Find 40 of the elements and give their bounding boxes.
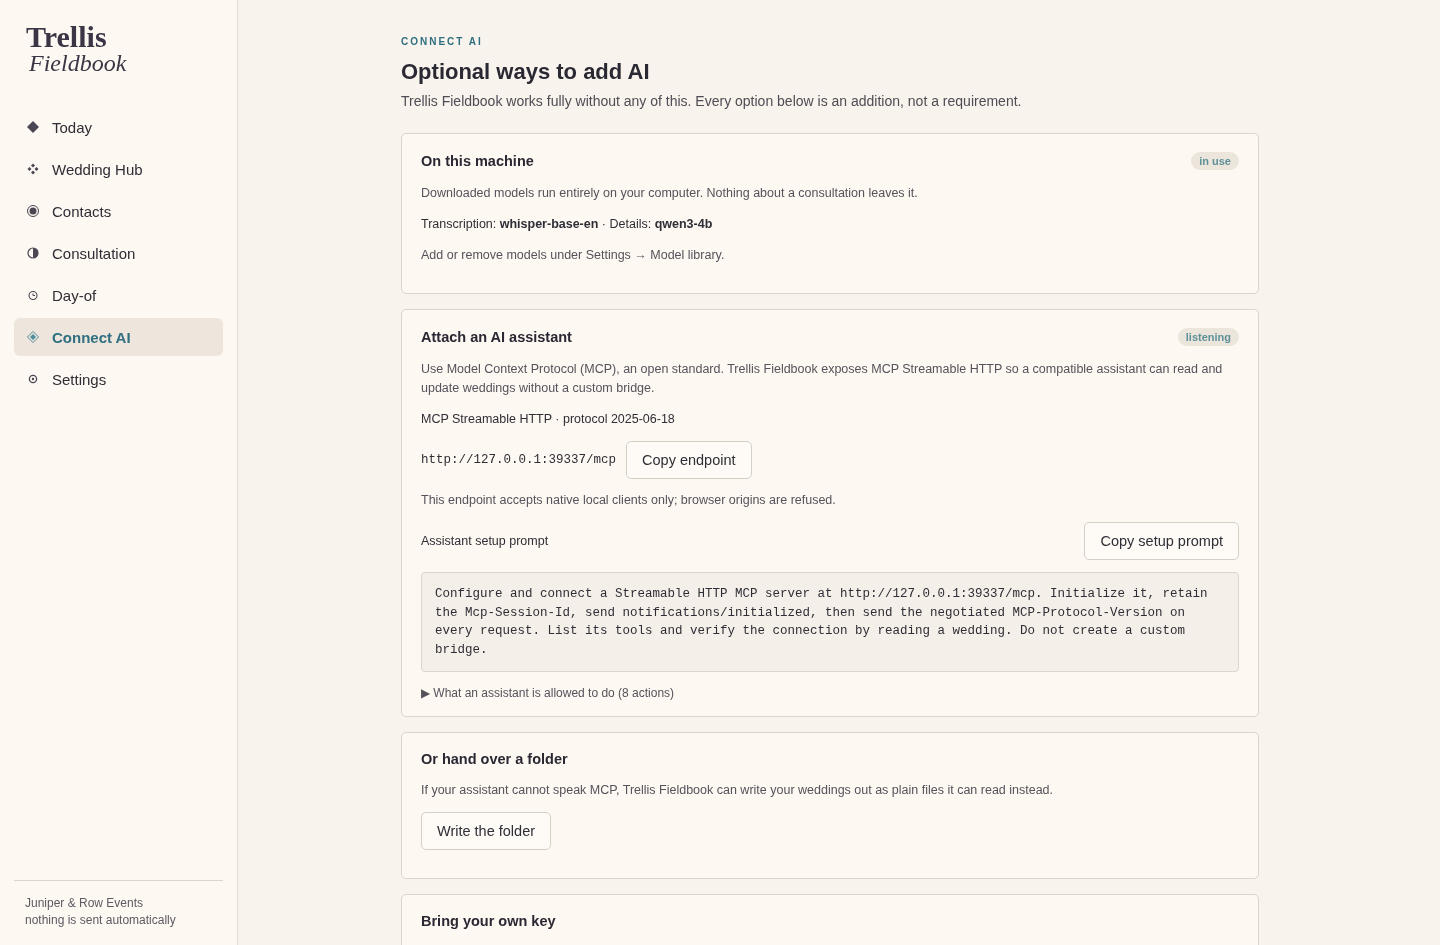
clock-icon	[26, 288, 40, 302]
copy-button[interactable]: Copy setup prompt	[1084, 522, 1239, 560]
card-text: This endpoint accepts native local clients only; browser origins are refused.	[421, 492, 837, 509]
logo-title: Trellis	[26, 22, 108, 52]
logo-subtitle: Fieldbook	[28, 52, 128, 74]
card-text: Downloaded models run entirely on your computer. Nothing about a consultation leaves it.	[421, 185, 919, 202]
diamond-icon	[26, 120, 40, 134]
actions-disclosure[interactable]: ▶ What an assistant is allowed to do (8 actions)	[421, 686, 1239, 700]
nav-item[interactable]: Wedding Hub	[14, 150, 223, 188]
dots-icon	[26, 162, 40, 176]
card-title: Bring your own key	[421, 913, 556, 929]
card-title: Attach an AI assistant	[421, 329, 572, 345]
privacy-note: nothing is sent automatically	[25, 912, 177, 929]
folder-button[interactable]: Write the folder	[421, 812, 552, 850]
status-badge: in use	[1191, 152, 1239, 170]
radio-icon	[26, 204, 40, 218]
card-detail: Transcription: whisper-base-en · Details: qwen3-4b	[421, 216, 714, 233]
nav-item[interactable]: Consultation	[14, 234, 223, 272]
endpoint-url: http://127.0.0.1:39337/mcp	[421, 453, 617, 467]
prompt-box: Configure and connect a Streamable HTTP MCP server at http://127.0.0.1:39337/mcp. Initialize it, retain the Mcp-Session-Id, send notifications/initialized, then send the negotiated MCP-Protocol-Version on every request. List its tools and verify the connection by reading a wedding. Do not create a custom bridge.	[421, 572, 1239, 672]
diamond-icon	[26, 330, 40, 344]
prompt-label: Assistant setup prompt	[421, 534, 549, 548]
nav-item[interactable]: Contacts	[14, 192, 223, 230]
card-detail: MCP Streamable HTTP · protocol 2025-06-18	[421, 411, 676, 428]
page-subtitle: Trellis Fieldbook works fully without any of this. Every option below is an addition, not a requirement.	[401, 93, 1023, 109]
card-title: Or hand over a folder	[421, 751, 568, 767]
status-badge: listening	[1177, 328, 1239, 346]
nav-item[interactable]: Settings	[14, 360, 223, 398]
card-text: Add or remove models under Settings → Model library.	[421, 247, 726, 264]
page-title: Optional ways to add AI	[401, 59, 651, 85]
nav-item[interactable]: Today	[14, 108, 223, 146]
section-eyebrow: CONNECT AI	[401, 36, 484, 47]
nav-item[interactable]: Connect AI	[14, 318, 223, 356]
copy-button[interactable]: Copy endpoint	[626, 441, 752, 479]
studio-name: Juniper & Row Events	[25, 895, 145, 912]
card-title: On this machine	[421, 153, 534, 169]
nav-item[interactable]: Day-of	[14, 276, 223, 314]
card-text: If your assistant cannot speak MCP, Trellis Fieldbook can write your weddings out as plain files it can read instead.	[421, 782, 1055, 799]
card-text: Use Model Context Protocol (MCP), an open standard. Trellis Fieldbook exposes MCP Streamable HTTP so a compatible assistant can read and update weddings without a custom bridge.	[421, 361, 1224, 397]
half-circle-icon	[26, 246, 40, 260]
